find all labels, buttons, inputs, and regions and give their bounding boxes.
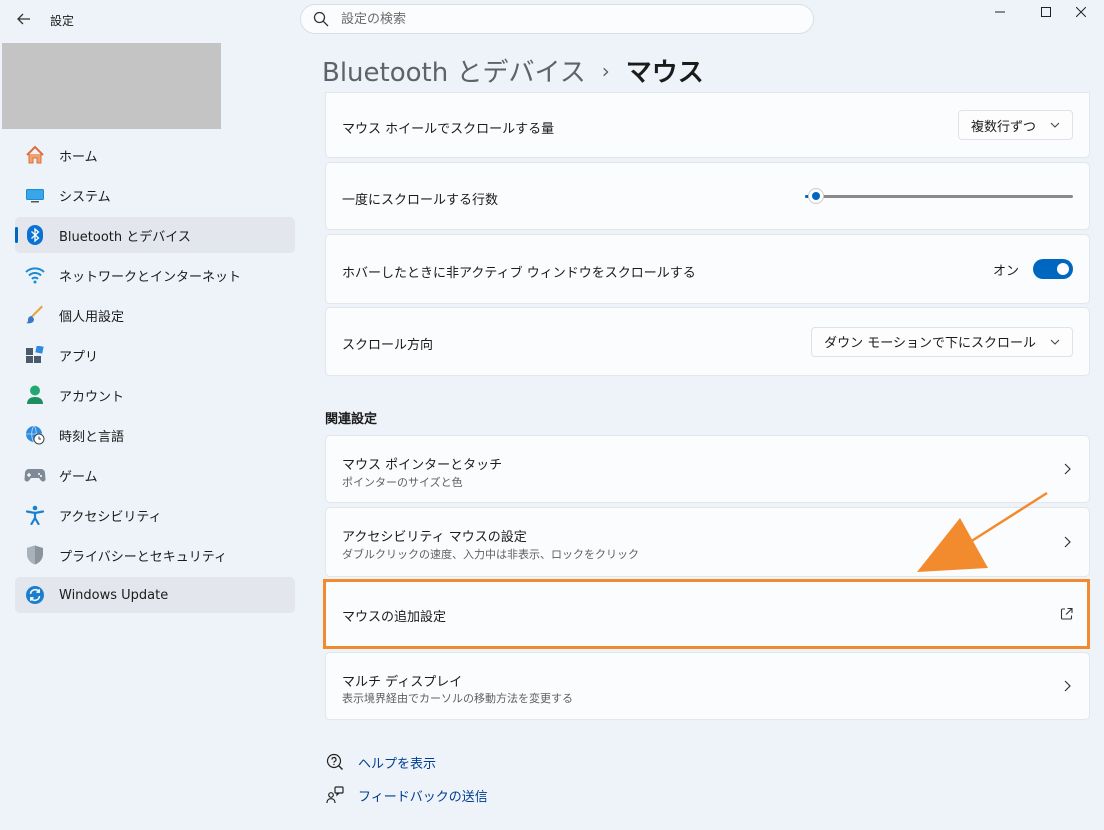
- apps-icon: [24, 344, 46, 366]
- lines-per-scroll-slider[interactable]: [805, 186, 1073, 206]
- sidebar-item-label: プライバシーとセキュリティ: [59, 549, 227, 565]
- minimize-button[interactable]: [977, 0, 1023, 24]
- sidebar-item-label: システム: [59, 189, 111, 205]
- related-item-multi-display[interactable]: マルチ ディスプレイ 表示境界経由でカーソルの移動方法を変更する: [325, 652, 1090, 720]
- related-item-label: マルチ ディスプレイ: [342, 675, 463, 690]
- toggle-state-label: オン: [992, 263, 1019, 279]
- related-item-label: マウスの追加設定: [342, 610, 447, 625]
- sidebar-nav: ホーム システム Bluetooth とデバイス ネットワークとインターネット …: [15, 137, 295, 617]
- title-bar: 設定: [0, 0, 1104, 40]
- search-icon: [313, 11, 329, 27]
- app-title: 設定: [50, 14, 75, 28]
- toggle-knob: [1057, 263, 1069, 275]
- sidebar-item-privacy[interactable]: プライバシーとセキュリティ: [15, 537, 295, 573]
- sidebar-item-system[interactable]: システム: [15, 177, 295, 213]
- feedback-link[interactable]: フィードバックの送信: [325, 785, 488, 805]
- hover-scroll-toggle-group: オン: [993, 259, 1073, 279]
- scroll-direction-dropdown[interactable]: ダウン モーションで下にスクロール: [811, 326, 1073, 357]
- sidebar-item-personalization[interactable]: 個人用設定: [15, 297, 295, 333]
- sidebar-item-label: ホーム: [59, 149, 98, 165]
- sidebar-item-label: ゲーム: [59, 469, 98, 485]
- annotation-arrow-icon: [917, 491, 1048, 572]
- dropdown-value: ダウン モーションで下にスクロール: [824, 336, 1036, 351]
- setting-label: マウス ホイールでスクロールする量: [342, 122, 555, 137]
- related-item-additional-mouse-settings[interactable]: マウスの追加設定: [325, 580, 1090, 648]
- setting-label: スクロール方向: [342, 338, 434, 353]
- close-icon: [1076, 7, 1086, 17]
- sidebar-item-windows-update[interactable]: Windows Update: [15, 577, 295, 613]
- sidebar-item-network[interactable]: ネットワークとインターネット: [15, 257, 295, 293]
- help-icon: [325, 752, 345, 772]
- accessibility-icon: [24, 504, 46, 526]
- setting-scroll-direction: スクロール方向 ダウン モーションで下にスクロール: [325, 307, 1090, 376]
- page-title: マウス: [625, 58, 704, 88]
- dropdown-value: 複数行ずつ: [970, 119, 1036, 135]
- sidebar-item-label: アプリ: [59, 349, 99, 365]
- help-link[interactable]: ヘルプを表示: [325, 752, 436, 772]
- sidebar-item-time-language[interactable]: 時刻と言語: [15, 417, 295, 453]
- sidebar-item-label: Bluetooth とデバイス: [59, 229, 191, 245]
- shield-icon: [24, 544, 46, 566]
- hover-scroll-toggle[interactable]: [1033, 259, 1073, 279]
- related-item-description: ダブルクリックの速度、入力中は非表示、ロックをクリック: [342, 548, 639, 561]
- minimize-icon: [995, 11, 1005, 13]
- sidebar-item-apps[interactable]: アプリ: [15, 337, 295, 373]
- related-item-description: 表示境界経由でカーソルの移動方法を変更する: [342, 692, 573, 705]
- chevron-right-icon: [1064, 680, 1071, 692]
- back-button[interactable]: [12, 8, 36, 30]
- person-icon: [24, 384, 46, 406]
- setting-wheel-scroll-amount: マウス ホイールでスクロールする量 複数行ずつ: [325, 92, 1090, 158]
- sidebar-item-label: Windows Update: [59, 587, 169, 603]
- close-button[interactable]: [1058, 0, 1104, 24]
- related-item-label: アクセシビリティ マウスの設定: [342, 530, 527, 545]
- arrow-left-icon: [17, 13, 30, 25]
- setting-hover-scroll: ホバーしたときに非アクティブ ウィンドウをスクロールする オン: [325, 234, 1090, 304]
- sidebar-item-label: アクセシビリティ: [59, 509, 162, 525]
- gamepad-icon: [24, 464, 46, 486]
- maximize-icon: [1041, 7, 1051, 17]
- sidebar-item-accessibility[interactable]: アクセシビリティ: [15, 497, 295, 533]
- sidebar-item-bluetooth[interactable]: Bluetooth とデバイス: [15, 217, 295, 253]
- related-item-label: マウス ポインターとタッチ: [342, 458, 503, 473]
- related-item-description: ポインターのサイズと色: [342, 476, 463, 489]
- brush-icon: [24, 304, 46, 326]
- search-input[interactable]: [339, 10, 783, 28]
- feedback-link-label: フィードバックの送信: [358, 789, 488, 805]
- user-account-area[interactable]: [2, 43, 221, 129]
- setting-lines-per-scroll: 一度にスクロールする行数: [325, 162, 1090, 230]
- chevron-right-icon: [1064, 536, 1071, 548]
- slider-track: [805, 195, 1073, 198]
- external-link-icon: [1060, 607, 1073, 621]
- sidebar-item-label: アカウント: [59, 389, 125, 405]
- display-icon: [24, 184, 46, 206]
- chevron-right-icon: [1064, 463, 1071, 475]
- wifi-icon: [24, 264, 46, 286]
- breadcrumb-parent[interactable]: Bluetooth とデバイス: [322, 52, 586, 89]
- scroll-amount-dropdown[interactable]: 複数行ずつ: [957, 110, 1073, 140]
- sidebar-item-label: 個人用設定: [59, 309, 125, 325]
- breadcrumb: Bluetooth とデバイス › マウス: [322, 52, 704, 89]
- related-settings-title: 関連設定: [325, 412, 378, 427]
- sidebar-item-home[interactable]: ホーム: [15, 137, 295, 173]
- feedback-icon: [325, 785, 345, 805]
- home-icon: [24, 144, 46, 166]
- sidebar-item-gaming[interactable]: ゲーム: [15, 457, 295, 493]
- globe-clock-icon: [24, 424, 46, 446]
- breadcrumb-separator: ›: [601, 58, 610, 83]
- help-link-label: ヘルプを表示: [358, 756, 437, 772]
- slider-thumb[interactable]: [807, 188, 824, 204]
- update-icon: [24, 584, 46, 606]
- setting-label: ホバーしたときに非アクティブ ウィンドウをスクロールする: [342, 266, 696, 281]
- chevron-down-icon: [1050, 339, 1060, 345]
- sidebar-item-label: 時刻と言語: [59, 429, 125, 445]
- sidebar-item-accounts[interactable]: アカウント: [15, 377, 295, 413]
- search-box[interactable]: [300, 4, 814, 34]
- setting-label: 一度にスクロールする行数: [342, 193, 499, 208]
- sidebar-item-label: ネットワークとインターネット: [59, 269, 242, 285]
- chevron-down-icon: [1050, 122, 1060, 128]
- bluetooth-icon: [24, 224, 46, 246]
